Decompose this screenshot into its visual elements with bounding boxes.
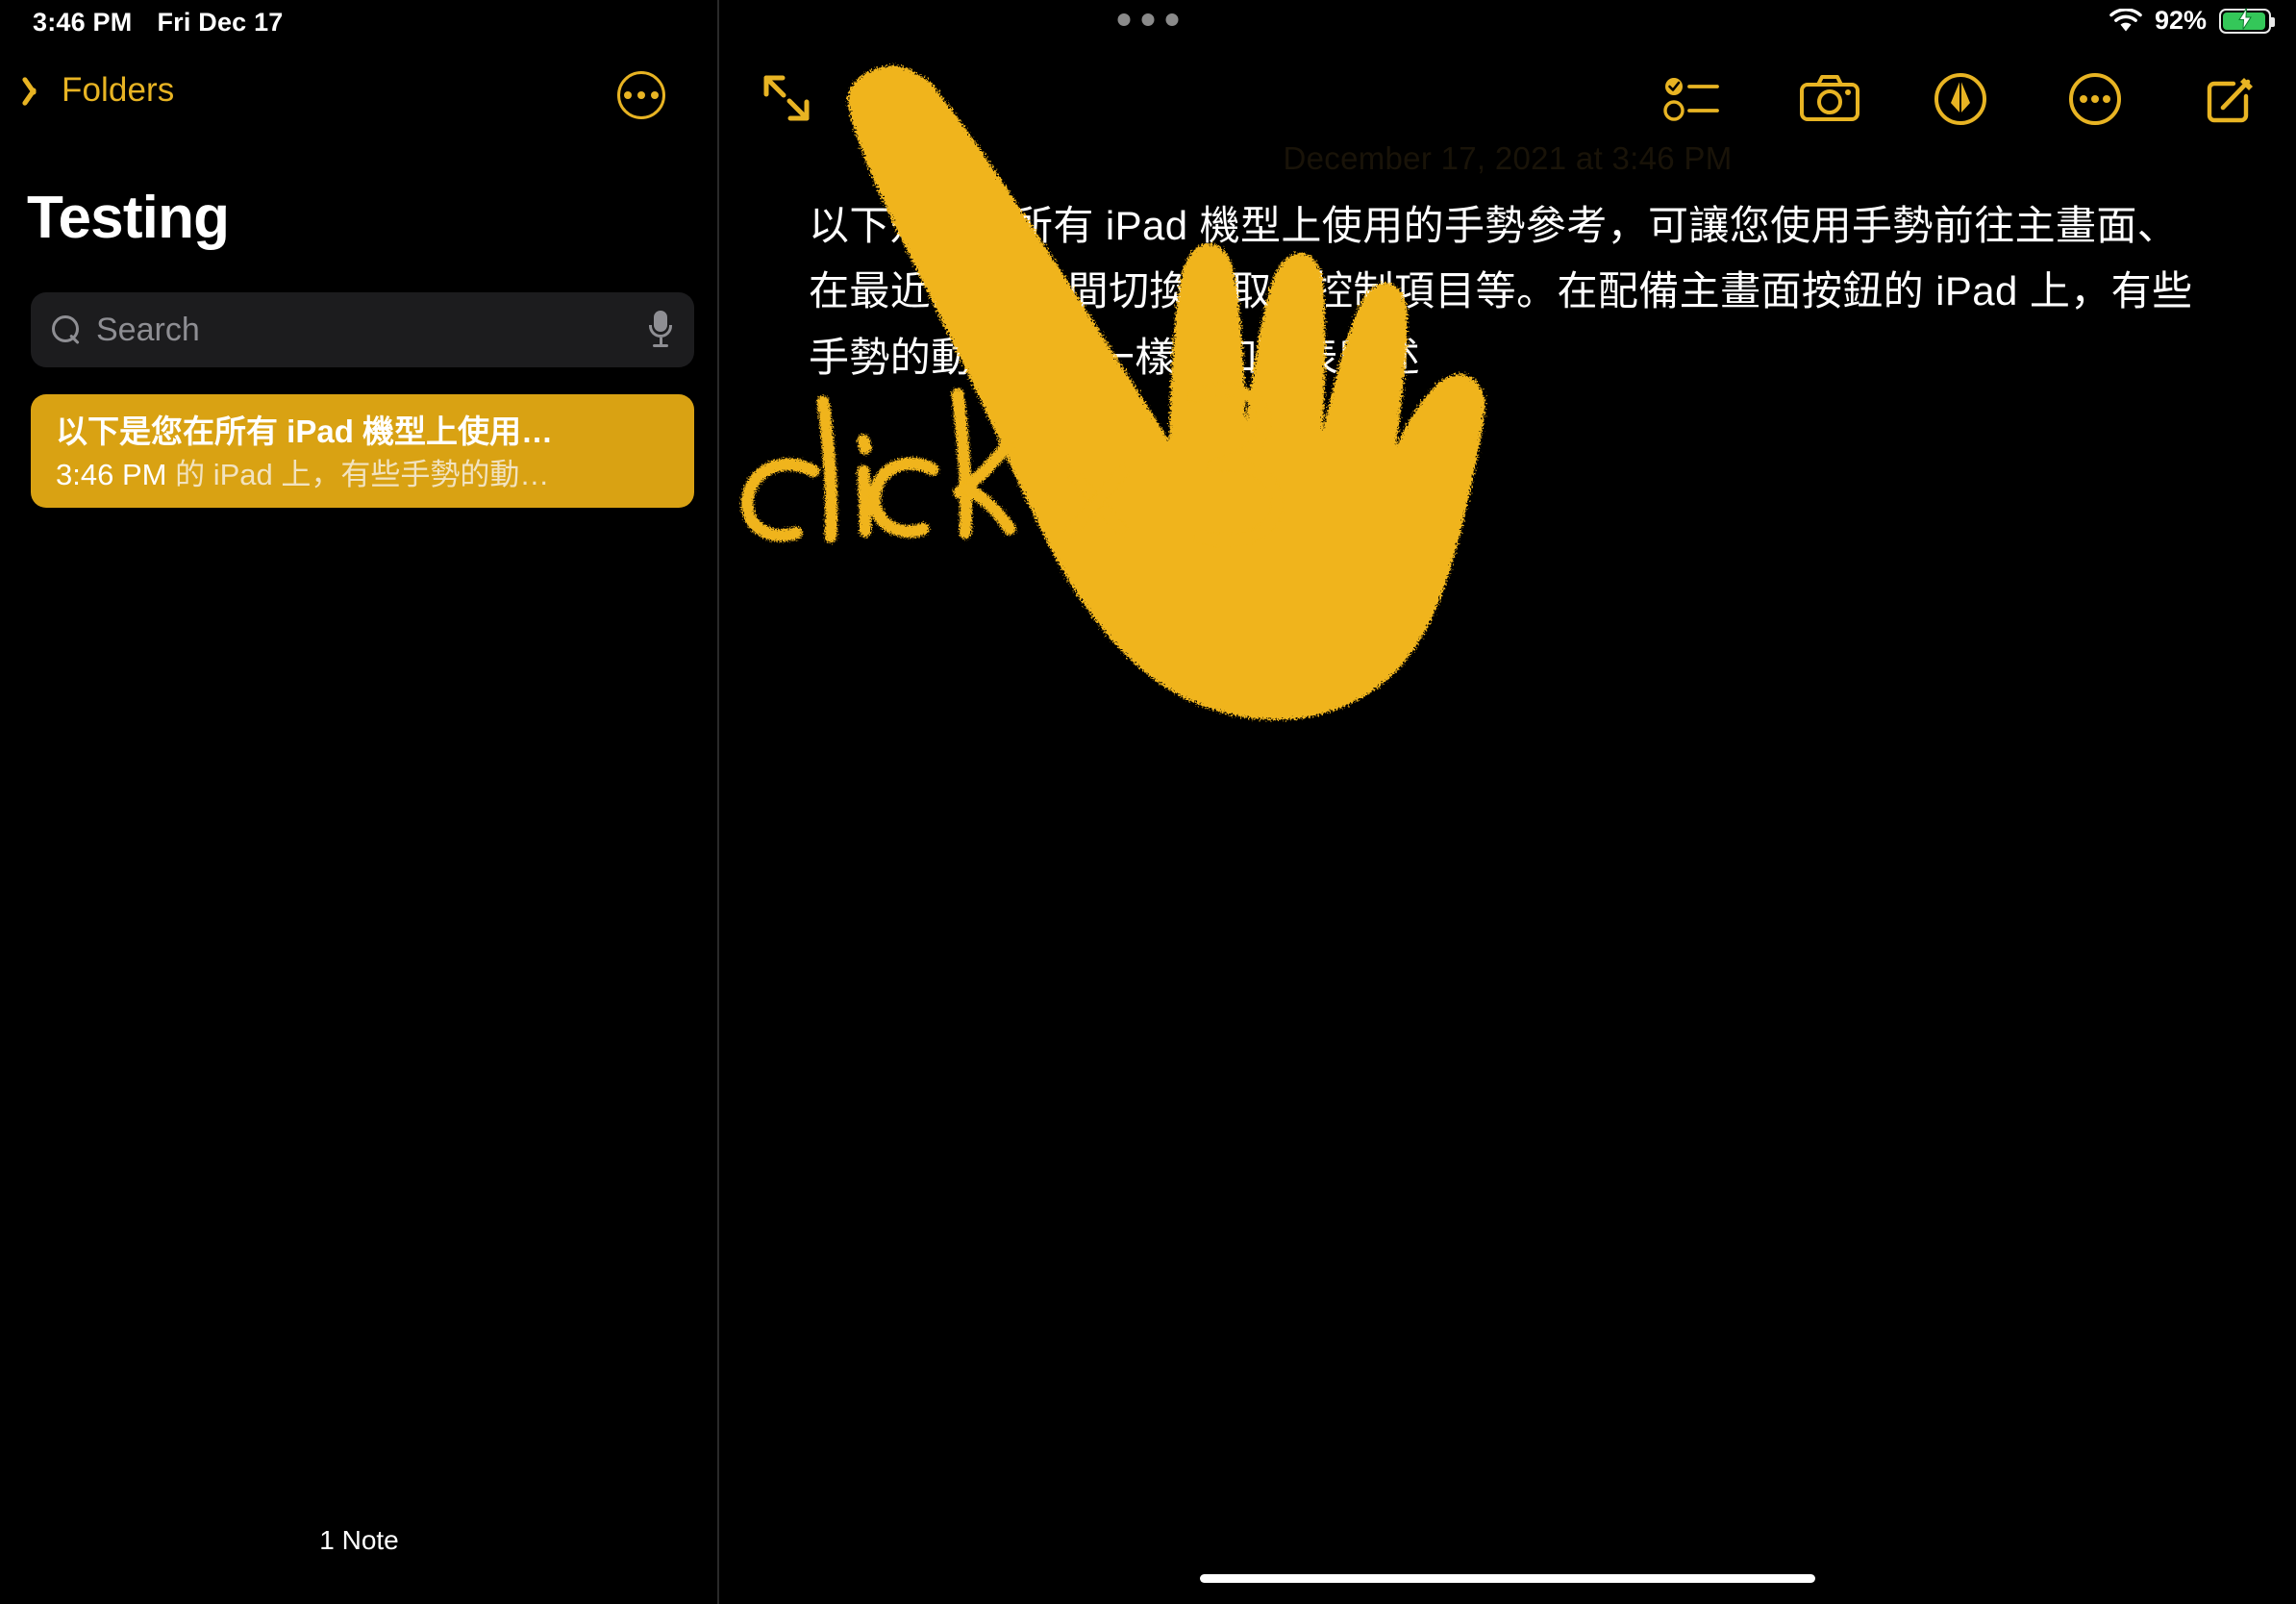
- note-date-label: December 17, 2021 at 3:46 PM: [1283, 140, 1733, 176]
- markup-button[interactable]: [1933, 71, 1992, 125]
- battery-percent: 92%: [2154, 6, 2207, 35]
- folder-title: Testing: [27, 185, 230, 251]
- handwriting-click-x3: [740, 383, 1284, 547]
- status-bar: 3:46 PM Fri Dec 17 92%: [0, 0, 2296, 44]
- note-subtitle: 3:46 PM 的 iPad 上，有些手勢的動…: [56, 457, 669, 494]
- expand-arrows-icon[interactable]: [758, 69, 815, 127]
- status-bar-left: 3:46 PM Fri Dec 17: [33, 8, 284, 38]
- back-to-folders-button[interactable]: Folders: [29, 71, 174, 110]
- note-preview: 的 iPad 上，有些手勢的動…: [175, 458, 550, 492]
- notes-sidebar: Folders Testing Search 以下是您在所有 iPad 機型上使…: [0, 44, 718, 1604]
- compose-button[interactable]: [2202, 71, 2261, 125]
- sidebar-more-button[interactable]: [617, 71, 665, 119]
- list-item[interactable]: 以下是您在所有 iPad 機型上使用… 3:46 PM 的 iPad 上，有些手…: [31, 394, 694, 508]
- note-count-label: 1 Note: [319, 1525, 399, 1555]
- camera-button[interactable]: [1798, 71, 1859, 125]
- note-title: 以下是您在所有 iPad 機型上使用…: [56, 414, 554, 449]
- back-label: Folders: [62, 71, 175, 109]
- note-body-line: 在最近的 App 間切換、取用控制項目等。在配備主畫面按鈕的 iPad 上，有些: [809, 268, 2193, 314]
- battery-charging-icon: [2219, 6, 2275, 34]
- search-icon: [52, 315, 81, 344]
- search-field[interactable]: Search: [31, 292, 694, 367]
- status-bar-right: 92%: [2109, 6, 2275, 36]
- note-detail-pane: December 17, 2021 at 3:46 PM 以下是您在所有 iPa…: [719, 44, 2296, 1604]
- note-time: 3:46 PM: [56, 458, 167, 492]
- microphone-icon[interactable]: [648, 311, 673, 349]
- home-indicator[interactable]: [1200, 1574, 1815, 1583]
- checklist-button[interactable]: [1663, 71, 1723, 125]
- chevron-left-icon: [29, 74, 48, 107]
- ipad-notes-screen: 3:46 PM Fri Dec 17 92% Folders Testing S…: [0, 0, 2296, 1604]
- more-button[interactable]: [2067, 71, 2127, 125]
- status-date: Fri Dec 17: [157, 8, 284, 37]
- wifi-icon: [2109, 7, 2142, 34]
- note-body-line: 手勢的動作並不一樣，如下表所述: [809, 334, 1421, 380]
- note-toolbar: [1663, 71, 2261, 125]
- search-input[interactable]: Search: [96, 312, 638, 349]
- note-body-text[interactable]: 以下是您在所有 iPad 機型上使用的手勢參考，可讓您使用手勢前往主畫面、 在最…: [809, 193, 2193, 390]
- note-body-line: 以下是您在所有 iPad 機型上使用的手勢參考，可讓您使用手勢前往主畫面、: [809, 203, 2179, 248]
- status-time: 3:46 PM: [33, 8, 133, 37]
- multitasking-dots-icon[interactable]: [1117, 13, 1179, 26]
